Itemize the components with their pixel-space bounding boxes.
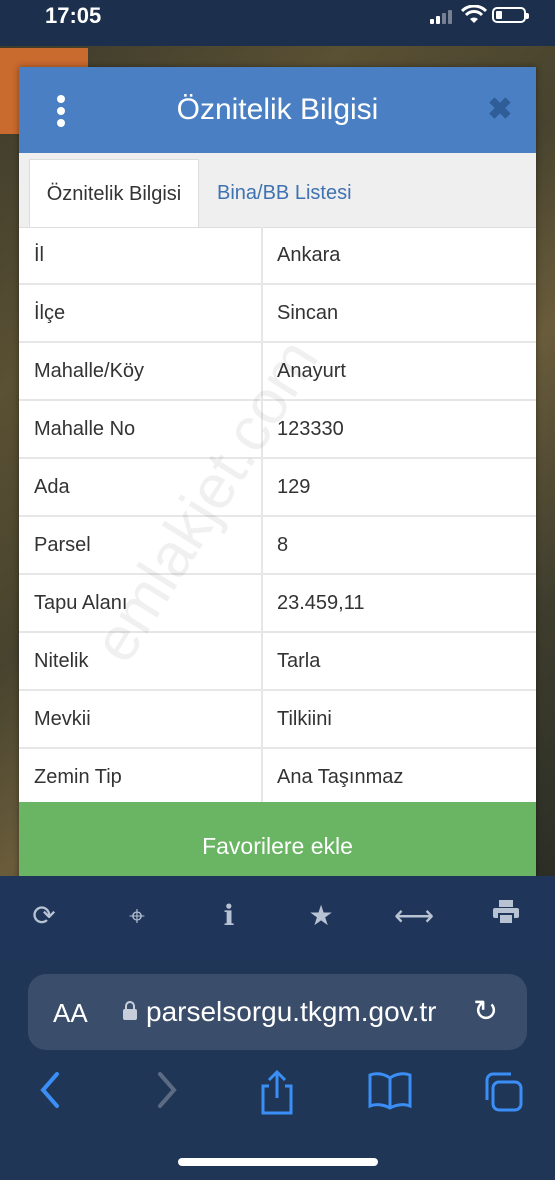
row-key: İl <box>34 244 44 266</box>
tab-building-list[interactable]: Bina/BB Listesi <box>217 159 387 227</box>
star-icon[interactable]: ★ <box>301 896 341 936</box>
share-icon <box>261 1069 293 1115</box>
modal-header: Öznitelik Bilgisi ✖ <box>19 67 536 153</box>
back-button[interactable] <box>25 1070 75 1120</box>
row-key: Tapu Alanı <box>34 592 128 614</box>
reload-icon[interactable]: ↻ <box>473 994 498 1029</box>
row-key: İlçe <box>34 302 66 324</box>
wifi-icon <box>461 5 487 23</box>
row-key: Ada <box>34 476 70 498</box>
attribute-table: İl Ankara İlçe Sincan Mahalle/Köy Anayurt M… <box>19 227 536 802</box>
table-row: Parsel 8 <box>19 517 536 575</box>
lock-icon <box>123 1001 137 1020</box>
book-icon <box>368 1072 412 1110</box>
tab-bar: Öznitelik Bilgisi Bina/BB Listesi <box>19 153 536 228</box>
status-time: 17:05 <box>45 3 102 28</box>
address-bar[interactable]: AA parselsorgu.tkgm.gov.tr ↻ <box>28 974 527 1050</box>
row-value: Sincan <box>277 302 339 324</box>
row-value: 129 <box>277 476 311 498</box>
arrows-horizontal-icon[interactable]: ⟷ <box>394 896 434 936</box>
table-row: İl Ankara <box>19 227 536 285</box>
table-row: Tapu Alanı 23.459,11 <box>19 575 536 633</box>
row-value: 123330 <box>277 418 344 440</box>
tab-attribute-info[interactable]: Öznitelik Bilgisi <box>29 159 199 227</box>
row-value: Anayurt <box>277 360 346 382</box>
row-value: Tilkiini <box>277 708 332 730</box>
row-value: Ankara <box>277 244 341 266</box>
tabs-icon <box>485 1072 523 1112</box>
browser-chrome: AA parselsorgu.tkgm.gov.tr ↻ <box>0 960 555 1180</box>
row-key: Mahalle/Köy <box>34 360 145 382</box>
url-text[interactable]: parselsorgu.tkgm.gov.tr <box>146 996 437 1028</box>
text-size-label: AA <box>53 998 88 1028</box>
row-key: Parsel <box>34 534 91 556</box>
tabs-button[interactable] <box>478 1070 528 1120</box>
table-row: Nitelik Tarla <box>19 633 536 691</box>
text-size-button[interactable]: AA <box>53 998 88 1029</box>
table-row: Mahalle No 123330 <box>19 401 536 459</box>
table-row: Zemin Tip Ana Taşınmaz <box>19 749 536 802</box>
row-value: Tarla <box>277 650 321 672</box>
row-key: Nitelik <box>34 650 89 672</box>
share-button[interactable] <box>252 1069 302 1120</box>
map-toolbar: ⟳ ⌖ i ★ ⟷ <box>0 876 555 960</box>
table-row: Mevkii Tilkiini <box>19 691 536 749</box>
chevron-right-icon <box>158 1072 177 1108</box>
crosshair-icon[interactable]: ⌖ <box>117 896 157 936</box>
row-key: Mevkii <box>34 708 91 730</box>
row-key: Zemin Tip <box>34 766 122 788</box>
refresh-icon[interactable]: ⟳ <box>24 896 64 936</box>
forward-button[interactable] <box>142 1070 192 1120</box>
bookmarks-button[interactable] <box>365 1070 415 1120</box>
battery-icon <box>492 7 529 23</box>
close-icon[interactable]: ✖ <box>485 95 515 125</box>
info-icon[interactable]: i <box>209 896 249 936</box>
modal-title: Öznitelik Bilgisi <box>176 93 379 126</box>
row-value: Ana Taşınmaz <box>277 766 404 788</box>
row-value: 8 <box>277 534 289 556</box>
attribute-modal: Öznitelik Bilgisi ✖ Öznitelik Bilgisi Bi… <box>19 67 536 889</box>
signal-icon <box>430 10 456 24</box>
print-icon[interactable] <box>486 896 526 936</box>
table-row: Ada 129 <box>19 459 536 517</box>
home-indicator <box>178 1158 378 1166</box>
table-row: Mahalle/Köy Anayurt <box>19 343 536 401</box>
chevron-left-icon <box>40 1072 59 1108</box>
row-value: 23.459,11 <box>277 592 365 614</box>
row-key: Mahalle No <box>34 418 136 440</box>
status-bar: 17:05 <box>0 0 555 46</box>
table-row: İlçe Sincan <box>19 285 536 343</box>
